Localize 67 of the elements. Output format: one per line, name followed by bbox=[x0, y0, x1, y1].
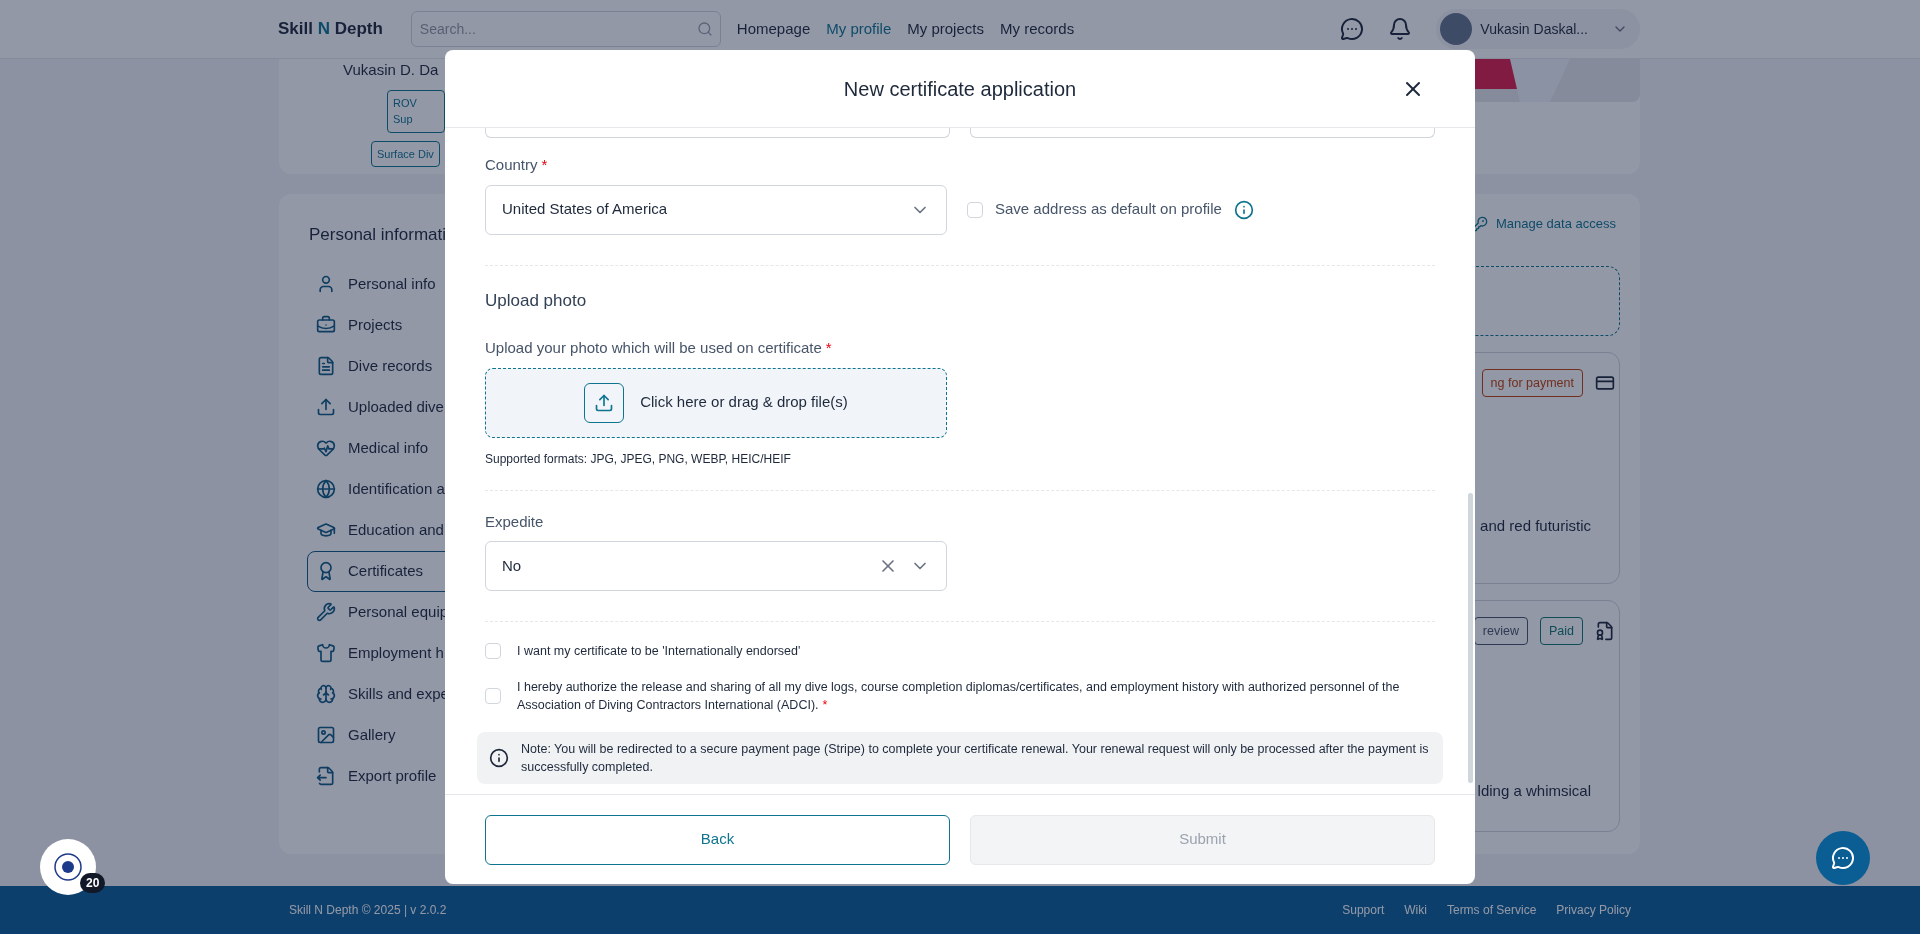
checkbox[interactable] bbox=[967, 201, 983, 218]
field-label: Upload your photo which will be used on certificate * bbox=[485, 338, 833, 358]
field-label: Expedite bbox=[485, 511, 545, 532]
required-mark: * bbox=[822, 698, 828, 712]
info-icon bbox=[489, 748, 509, 768]
footer-link[interactable]: Support bbox=[1342, 901, 1385, 919]
text-field[interactable] bbox=[970, 128, 1435, 138]
nav-link[interactable]: Homepage bbox=[736, 17, 811, 41]
sidebar-title: Personal informati bbox=[309, 224, 447, 246]
country-dropdown[interactable]: United States of America bbox=[485, 184, 947, 235]
note-text: Note: You will be redirected to a secure payment page (Stripe) to complete your certificate renewal. Your renewal request will only be processed after the payment is successfully completed. bbox=[521, 741, 1430, 776]
chat-icon[interactable] bbox=[1340, 17, 1365, 41]
checkbox[interactable] bbox=[485, 643, 501, 659]
dialog-title: New certificate application bbox=[843, 76, 1077, 102]
notification-icon[interactable] bbox=[1388, 17, 1413, 41]
key-icon bbox=[1472, 215, 1489, 232]
status-tag: ng for payment bbox=[1481, 368, 1583, 398]
expedite-dropdown[interactable]: No bbox=[485, 541, 947, 591]
checkbox-label: Save address as default on profile bbox=[995, 199, 1222, 220]
chat-button[interactable] bbox=[1816, 831, 1870, 885]
required-mark: * bbox=[541, 156, 548, 173]
wrench-icon bbox=[316, 602, 336, 622]
required-mark: * bbox=[825, 339, 832, 356]
upload-icon bbox=[594, 392, 615, 413]
nav-link[interactable]: My projects bbox=[907, 17, 984, 41]
copyright-text: Skill N Depth © 2025 | v 2.0.2 bbox=[289, 902, 447, 919]
nav-link[interactable]: My profile bbox=[826, 17, 892, 41]
text-field[interactable] bbox=[485, 128, 950, 138]
manage-access-link[interactable]: Manage data access bbox=[1472, 214, 1616, 234]
checkbox-label: I hereby authorize the release and sharing of all my dive logs, course completion diplomas/certificates, and employment history with authorized personnel of the Association of Diving Contractors International (ADCI). * bbox=[517, 679, 1401, 714]
upload-icon bbox=[316, 397, 336, 417]
user-menu[interactable]: Vukasin Daskal... bbox=[1436, 9, 1640, 49]
status-tag: Paid bbox=[1539, 616, 1583, 646]
shirt-icon bbox=[316, 643, 336, 663]
checkbox-label: I want my certificate to be 'Internationally endorsed' bbox=[517, 643, 801, 660]
user-icon bbox=[316, 274, 336, 294]
logo[interactable]: Skill N Depth bbox=[278, 16, 383, 42]
footer-link[interactable]: Privacy Policy bbox=[1556, 901, 1631, 919]
briefcase-icon bbox=[316, 315, 336, 335]
section-heading: Upload photo bbox=[485, 289, 588, 312]
upload-dropzone[interactable]: Click here or drag & drop file(s) bbox=[485, 367, 947, 438]
brain-icon bbox=[316, 684, 336, 704]
graduation-cap-icon bbox=[316, 520, 336, 540]
heartbeat-icon bbox=[316, 438, 336, 458]
format-hint: Supported formats: JPG, JPEG, PNG, WEBP, HEIC/HEIF bbox=[485, 450, 792, 468]
count-badge: 20 bbox=[80, 873, 106, 893]
image-icon bbox=[316, 725, 336, 745]
export-file-icon bbox=[316, 766, 336, 786]
card-description: and red futuristic bbox=[1480, 516, 1591, 537]
card-description: lding a whimsical bbox=[1477, 781, 1591, 802]
role-tag: Surface Div bbox=[371, 140, 440, 167]
chat-icon bbox=[1831, 846, 1855, 870]
globe-icon bbox=[316, 479, 336, 499]
checkbox[interactable] bbox=[485, 688, 501, 704]
footer-link[interactable]: Wiki bbox=[1404, 901, 1427, 919]
sidebar-item[interactable]: Identification a bbox=[307, 468, 551, 510]
search-field[interactable]: Search... bbox=[410, 11, 721, 47]
footer-link[interactable]: Terms of Service bbox=[1446, 901, 1537, 919]
nav-link[interactable]: My records bbox=[999, 17, 1075, 41]
info-icon[interactable] bbox=[1233, 199, 1254, 220]
emblem-icon bbox=[53, 852, 83, 882]
field-label: Country * bbox=[485, 155, 549, 175]
back-button[interactable]: Back bbox=[485, 814, 950, 865]
document-icon bbox=[316, 356, 336, 376]
search-icon bbox=[696, 21, 713, 37]
profile-name: Vukasin D. Da bbox=[343, 60, 439, 80]
avatar bbox=[1440, 13, 1473, 45]
